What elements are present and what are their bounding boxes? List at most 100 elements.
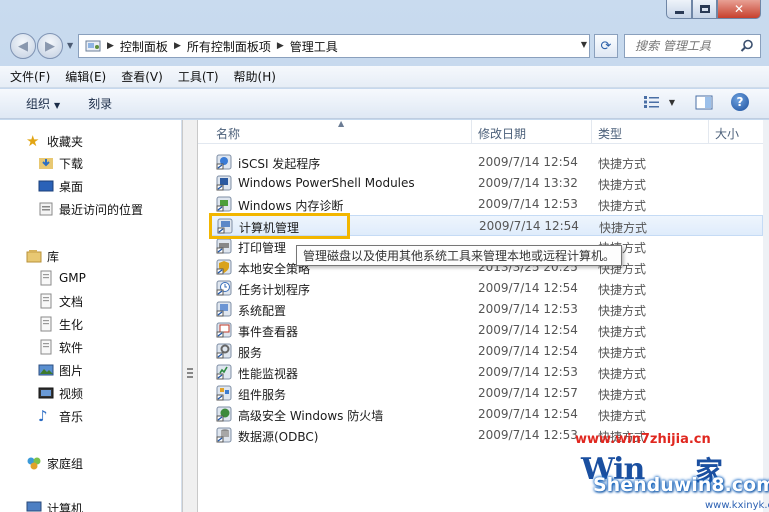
library-folder-icon (40, 270, 52, 286)
file-date: 2009/7/14 12:53 (478, 365, 578, 379)
music-icon: ♪ (38, 407, 48, 425)
shortcut-icon (216, 343, 232, 359)
view-options-chevron-icon[interactable]: ▼ (669, 98, 675, 107)
column-divider[interactable] (591, 120, 592, 144)
address-dropdown-icon[interactable]: ▼ (581, 40, 587, 49)
file-row[interactable]: 数据源(ODBC) 2009/7/14 12:53 快捷方式 (210, 425, 763, 446)
breadcrumb-all-items[interactable]: 所有控制面板项 (187, 38, 271, 55)
column-divider[interactable] (471, 120, 472, 144)
maximize-icon (699, 5, 710, 13)
shortcut-icon (216, 196, 232, 212)
file-row[interactable]: iSCSI 发起程序 2009/7/14 12:54 快捷方式 (210, 152, 763, 173)
nav-documents[interactable]: 文档 (38, 291, 83, 311)
file-row[interactable]: 系统配置 2009/7/14 12:53 快捷方式 (210, 299, 763, 320)
file-row[interactable]: 组件服务 2009/7/14 12:57 快捷方式 (210, 383, 763, 404)
nav-libraries[interactable]: 库 (26, 246, 59, 266)
file-type: 快捷方式 (598, 283, 647, 297)
nav-recent-label: 最近访问的位置 (59, 202, 144, 217)
library-folder-icon (40, 339, 52, 355)
nav-videos[interactable]: 视频 (38, 383, 83, 403)
nav-pictures[interactable]: 图片 (38, 360, 83, 380)
breadcrumb-admin-tools[interactable]: 管理工具 (290, 38, 338, 55)
back-button[interactable]: ◀ (10, 33, 36, 59)
search-icon[interactable] (740, 39, 754, 53)
burn-button[interactable]: 刻录 (88, 95, 112, 112)
close-button[interactable]: ✕ (717, 0, 761, 19)
maximize-button[interactable] (692, 0, 717, 19)
menu-view[interactable]: 查看(V) (121, 68, 163, 85)
videos-icon (38, 387, 54, 399)
file-name: 性能监视器 (238, 367, 299, 381)
nav-shenghua-label: 生化 (59, 317, 84, 332)
file-row-selected[interactable]: 计算机管理 2009/7/14 12:54 快捷方式 (210, 215, 763, 236)
forward-button[interactable]: ▶ (37, 33, 63, 59)
file-row[interactable]: 任务计划程序 2009/7/14 12:54 快捷方式 (210, 278, 763, 299)
file-row[interactable]: 性能监视器 2009/7/14 12:53 快捷方式 (210, 362, 763, 383)
file-name: 服务 (238, 346, 263, 360)
nav-desktop[interactable]: 桌面 (38, 176, 83, 196)
pane-splitter[interactable] (182, 120, 198, 512)
file-row[interactable]: Windows 内存诊断 2009/7/14 12:53 快捷方式 (210, 194, 763, 215)
nav-favorites[interactable]: ★ 收藏夹 (26, 131, 83, 151)
breadcrumb-control-panel[interactable]: 控制面板 (120, 38, 168, 55)
file-type: 快捷方式 (598, 304, 647, 318)
organize-button[interactable]: 组织 ▼ (26, 95, 60, 112)
shortcut-icon (216, 322, 232, 338)
shortcut-icon (216, 406, 232, 422)
column-date[interactable]: 修改日期 (478, 125, 526, 142)
crumb-separator-icon[interactable]: ▶ (277, 41, 284, 51)
file-row[interactable]: 事件查看器 2009/7/14 12:54 快捷方式 (210, 320, 763, 341)
vertical-scrollbar[interactable] (763, 120, 769, 512)
menu-tools[interactable]: 工具(T) (178, 68, 219, 85)
shortcut-icon (216, 385, 232, 401)
file-name: 计算机管理 (239, 221, 300, 235)
preview-pane-icon[interactable] (695, 95, 713, 110)
minimize-button[interactable] (666, 0, 692, 19)
help-icon[interactable]: ? (731, 93, 749, 111)
crumb-separator-icon: ▶ (107, 41, 114, 51)
window-controls: ✕ (666, 0, 761, 20)
nav-shenghua[interactable]: 生化 (38, 314, 83, 334)
nav-homegroup[interactable]: 家庭组 (26, 453, 83, 473)
file-date: 2009/7/14 12:54 (478, 155, 578, 169)
column-name[interactable]: 名称 (216, 125, 240, 142)
crumb-separator-icon[interactable]: ▶ (174, 41, 181, 51)
file-name: 事件查看器 (238, 325, 299, 339)
file-row[interactable]: Windows PowerShell Modules 2009/7/14 13:… (210, 173, 763, 194)
nav-recent[interactable]: 最近访问的位置 (38, 199, 143, 219)
nav-downloads[interactable]: 下载 (38, 153, 83, 173)
file-date: 2009/7/14 12:54 (478, 407, 578, 421)
command-bar: 组织 ▼ 刻录 ▼ ? (0, 89, 769, 119)
column-type[interactable]: 类型 (598, 125, 622, 142)
search-box[interactable] (624, 34, 761, 58)
change-view-icon[interactable] (643, 95, 661, 109)
column-divider[interactable] (708, 120, 709, 144)
address-bar[interactable]: ▶ 控制面板 ▶ 所有控制面板项 ▶ 管理工具 ▼ (78, 34, 590, 58)
column-size[interactable]: 大小 (715, 125, 739, 142)
control-panel-icon (85, 40, 101, 52)
file-name: 组件服务 (238, 388, 287, 402)
file-name: 任务计划程序 (238, 283, 311, 297)
nav-downloads-label: 下载 (59, 156, 84, 171)
file-date: 2009/7/14 12:53 (478, 197, 578, 211)
shortcut-icon (216, 280, 232, 296)
menu-help[interactable]: 帮助(H) (234, 68, 276, 85)
file-type: 快捷方式 (598, 325, 647, 339)
menu-file[interactable]: 文件(F) (10, 68, 50, 85)
recent-pages-chevron-icon[interactable]: ▼ (67, 41, 73, 50)
file-date: 2009/7/14 12:54 (479, 219, 579, 233)
file-type: 快捷方式 (598, 388, 647, 402)
file-row[interactable]: 服务 2009/7/14 12:54 快捷方式 (210, 341, 763, 362)
navigation-bar: ◀ ▶ ▼ ▶ 控制面板 ▶ 所有控制面板项 ▶ 管理工具 ▼ ⟳ (0, 28, 769, 64)
refresh-button[interactable]: ⟳ (594, 34, 618, 58)
search-input[interactable] (625, 36, 735, 56)
nav-computer[interactable]: 计算机 (26, 498, 83, 512)
menu-edit[interactable]: 编辑(E) (65, 68, 106, 85)
nav-software[interactable]: 软件 (38, 337, 83, 357)
nav-music[interactable]: ♪ 音乐 (38, 406, 83, 426)
nav-gmp[interactable]: GMP (38, 268, 86, 288)
shortcut-icon (216, 301, 232, 317)
nav-documents-label: 文档 (59, 294, 84, 309)
shortcut-icon (216, 154, 232, 170)
file-row[interactable]: 高级安全 Windows 防火墙 2009/7/14 12:54 快捷方式 (210, 404, 763, 425)
